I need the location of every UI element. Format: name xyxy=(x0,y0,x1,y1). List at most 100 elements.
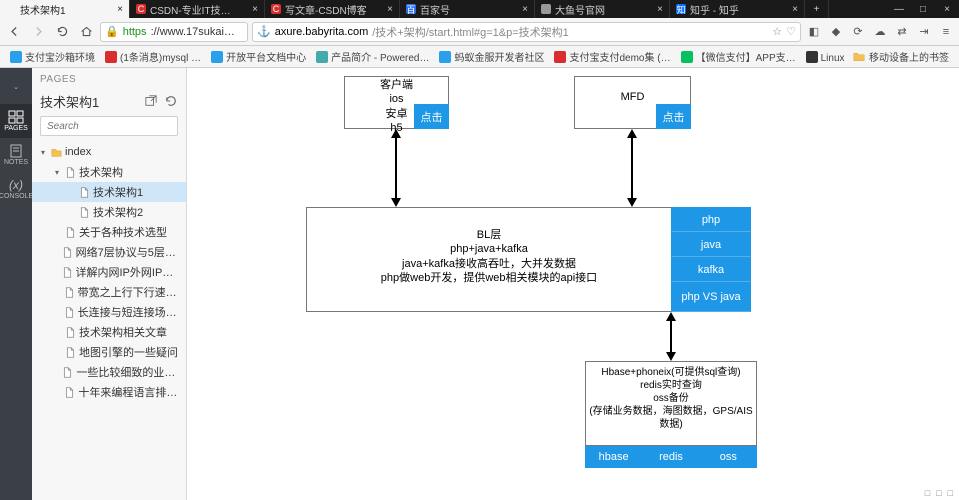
tree-arrow-icon[interactable]: ▾ xyxy=(52,168,62,177)
tab-title: 大鱼号官网 xyxy=(555,2,605,17)
diagram-canvas[interactable]: 客户端 ios 安卓 h5 点击 MFD 点击 BL层 php+java+kaf… xyxy=(187,68,959,500)
bookmark-item[interactable]: Linux centOS下安装F… xyxy=(802,47,847,66)
button-row-db: hbase redis oss xyxy=(585,446,757,468)
button-php-vs-java[interactable]: php VS java xyxy=(671,282,751,312)
extension-icon[interactable]: ◆ xyxy=(827,23,845,41)
bookmark-favicon xyxy=(806,51,818,63)
search-input[interactable] xyxy=(47,121,171,132)
bookmark-item[interactable]: (1条消息)mysql … xyxy=(101,47,205,66)
window-controls: — □ × xyxy=(887,0,959,18)
rail-toggle[interactable]: ⌄ xyxy=(0,70,32,104)
search-box[interactable] xyxy=(40,116,178,136)
extension-icon[interactable]: ☁ xyxy=(871,23,889,41)
open-window-icon[interactable] xyxy=(144,94,158,108)
bookmark-item[interactable]: 【微信支付】APP支… xyxy=(677,47,800,66)
tab-close-icon[interactable]: × xyxy=(113,4,123,15)
tree-label: 详解内网IP外网IP的关联及访问互 xyxy=(76,264,183,280)
nav-home-button[interactable] xyxy=(76,22,96,42)
window-minimize[interactable]: — xyxy=(887,0,911,18)
tree-row[interactable]: 一些比较细致的业务场景疑问 xyxy=(32,362,186,382)
extension-icon[interactable]: ⇥ xyxy=(915,23,933,41)
tab-title: 百家号 xyxy=(420,2,450,17)
refresh-icon[interactable] xyxy=(164,94,178,108)
rail-pages[interactable]: PAGES xyxy=(0,104,32,138)
button-client[interactable]: 点击 xyxy=(414,104,449,129)
button-group-bl: php java kafka php VS java xyxy=(671,207,751,312)
nav-reload-button[interactable] xyxy=(52,22,72,42)
window-close[interactable]: × xyxy=(935,0,959,18)
button-php[interactable]: php xyxy=(671,207,751,232)
tree-row[interactable]: 带宽之上行下行速度理解 xyxy=(32,282,186,302)
bookmark-favicon xyxy=(105,51,117,63)
bookmark-item[interactable]: 产品简介 - Powered… xyxy=(312,47,433,66)
bookmark-item[interactable]: 支付宝支付demo集 (… xyxy=(550,47,674,66)
address-bar[interactable]: ⚓ axure.babyrita.com/技术+架构/start.html#g=… xyxy=(252,22,801,42)
arrowhead-icon xyxy=(391,198,401,207)
tree-row[interactable]: 长连接与短连接场景应用 xyxy=(32,302,186,322)
bookmark-label: 开放平台文档中心 xyxy=(226,49,306,64)
tree-row[interactable]: 技术架构相关文章 xyxy=(32,322,186,342)
bookmarks-folder[interactable]: 移动设备上的书签 xyxy=(849,47,953,66)
tab-title: CSDN-专业IT技术社区 xyxy=(150,2,238,17)
bookmark-item[interactable]: 蚂蚁金服开发者社区 xyxy=(435,47,548,66)
extension-icon[interactable]: ⟳ xyxy=(849,23,867,41)
browser-tab[interactable]: 大鱼号官网 × xyxy=(535,0,670,18)
tree-label: 技术架构 xyxy=(79,164,123,180)
browser-toolbar: 🔒 https://www.17sukai… ⚓ axure.babyrita.… xyxy=(0,18,959,46)
tree-row[interactable]: 技术架构2 xyxy=(32,202,186,222)
tab-close-icon[interactable]: × xyxy=(518,4,528,15)
bookmark-item[interactable]: 支付宝沙箱环境 xyxy=(6,47,99,66)
window-maximize[interactable]: □ xyxy=(911,0,935,18)
url-path: /技术+架构/start.html#g=1&p=技术架构1 xyxy=(372,24,569,40)
bookmark-item[interactable]: 开放平台文档中心 xyxy=(207,47,310,66)
tab-close-icon[interactable]: × xyxy=(383,4,393,15)
bookmark-favicon xyxy=(554,51,566,63)
tree-row[interactable]: 网络7层协议与5层协议及tcp及Ud xyxy=(32,242,186,262)
tab-close-icon[interactable]: × xyxy=(248,4,258,15)
browser-tab[interactable]: CCSDN-专业IT技术社区× xyxy=(130,0,265,18)
bookmark-label: 支付宝沙箱环境 xyxy=(25,49,95,64)
button-java[interactable]: java xyxy=(671,232,751,257)
browser-tab[interactable]: 技术架构1× xyxy=(0,0,130,18)
button-hbase[interactable]: hbase xyxy=(585,446,642,468)
nav-back-button[interactable] xyxy=(4,22,24,42)
rail-console[interactable]: (x) CONSOLE xyxy=(0,172,32,206)
tree-arrow-icon[interactable]: ▾ xyxy=(38,148,48,157)
tree-row[interactable]: ▾ 技术架构 xyxy=(32,162,186,182)
bookmark-label: 【微信支付】APP支… xyxy=(696,49,796,64)
tree-row[interactable]: 关于各种技术选型 xyxy=(32,222,186,242)
node-bl: BL层 php+java+kafka java+kafka接收高吞吐，大并发数据… xyxy=(306,207,672,312)
left-rail: ⌄ PAGES NOTES (x) CONSOLE xyxy=(0,68,32,500)
tree-row[interactable]: 技术架构1 xyxy=(32,182,186,202)
page-title: 技术架构1 xyxy=(40,92,138,111)
button-mfd[interactable]: 点击 xyxy=(656,104,691,129)
tab-favicon xyxy=(541,4,551,14)
extension-icon[interactable]: ◧ xyxy=(805,23,823,41)
tree-label: 长连接与短连接场景应用 xyxy=(78,304,182,320)
axure-workspace: ⌄ PAGES NOTES (x) CONSOLE PAGES 技术架构1 ▾i… xyxy=(0,68,959,500)
tab-close-icon[interactable]: × xyxy=(653,4,663,15)
tab-close-icon[interactable]: × xyxy=(788,4,798,15)
extension-icon[interactable]: ⇄ xyxy=(893,23,911,41)
tab-favicon: C xyxy=(271,4,281,14)
tree-label: 一些比较细致的业务场景疑问 xyxy=(76,364,182,380)
browser-menu-button[interactable]: ≡ xyxy=(937,23,955,41)
rail-notes[interactable]: NOTES xyxy=(0,138,32,172)
browser-tab[interactable]: C写文章-CSDN博客× xyxy=(265,0,400,18)
browser-tab[interactable]: 知知乎 - 知乎× xyxy=(670,0,805,18)
node-db: Hbase+phoneix(可提供sql查询) redis实时查询 oss备份 … xyxy=(585,361,757,446)
button-oss[interactable]: oss xyxy=(700,446,757,468)
tree-label: 十年来编程语言排行榜 xyxy=(78,384,182,400)
tree-row[interactable]: 十年来编程语言排行榜 xyxy=(32,382,186,402)
tree-row[interactable]: 详解内网IP外网IP的关联及访问互 xyxy=(32,262,186,282)
bookmark-star-icon[interactable]: ☆ xyxy=(772,25,782,38)
button-redis[interactable]: redis xyxy=(642,446,699,468)
favorite-heart-icon[interactable]: ♡ xyxy=(786,25,796,38)
browser-tab[interactable]: 百百家号× xyxy=(400,0,535,18)
bookmark-favicon xyxy=(439,51,451,63)
tree-row[interactable]: 地图引擎的一些疑问 xyxy=(32,342,186,362)
button-kafka[interactable]: kafka xyxy=(671,257,751,282)
nav-forward-button[interactable] xyxy=(28,22,48,42)
new-tab-button[interactable]: + xyxy=(805,0,829,18)
tree-row[interactable]: ▾index xyxy=(32,142,186,162)
